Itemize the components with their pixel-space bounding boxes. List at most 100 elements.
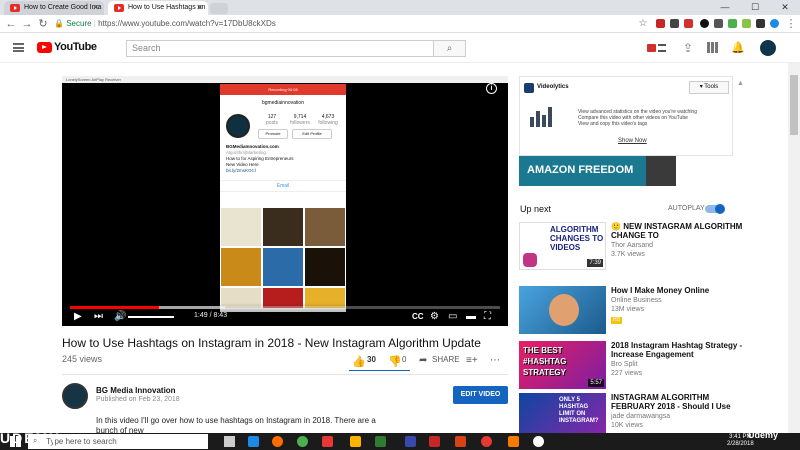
browser-tab-2[interactable]: How to Use Hashtags on ✕: [108, 1, 208, 15]
vidiq-extension-icon[interactable]: [647, 42, 667, 54]
videolytics-logo-icon: [524, 83, 534, 93]
browser-tab-1[interactable]: How to Create Good Ima ✕: [4, 1, 104, 15]
app-icon[interactable]: [533, 436, 544, 447]
channel-avatar[interactable]: [62, 383, 88, 409]
video-thumbnail[interactable]: [519, 286, 606, 334]
dislike-count: 0: [402, 355, 407, 364]
extension-icon[interactable]: [756, 19, 765, 28]
apps-grid-icon[interactable]: [707, 42, 718, 53]
youtube-logo-icon[interactable]: [37, 42, 52, 53]
ad-banner[interactable]: AMAZON FREEDOM: [519, 156, 676, 186]
app-icon[interactable]: [429, 436, 440, 447]
rec-views: 10K views: [611, 422, 643, 429]
share-button[interactable]: SHARE: [432, 355, 460, 364]
extension-icon[interactable]: [770, 19, 779, 28]
channel-name[interactable]: BG Media Innovation: [96, 386, 176, 395]
info-icon[interactable]: i: [486, 83, 497, 94]
edit-video-button[interactable]: EDIT VIDEO: [453, 386, 508, 404]
search-button[interactable]: ⌕: [434, 40, 466, 57]
play-icon[interactable]: ▶: [74, 311, 82, 323]
menu-hamburger-icon[interactable]: [13, 43, 24, 52]
video-thumbnail[interactable]: THE BEST #HASHTAG STRATEGY 5:57: [519, 341, 606, 389]
vivaldi-icon[interactable]: [322, 436, 333, 447]
minimize-icon[interactable]: —: [710, 0, 740, 15]
forward-icon[interactable]: →: [20, 17, 34, 31]
lock-icon: 🔒: [54, 19, 64, 28]
page-scrollbar[interactable]: [788, 63, 800, 433]
show-now-link[interactable]: Show Now: [618, 138, 647, 144]
extension-icon[interactable]: [728, 19, 737, 28]
volume-icon[interactable]: 🔊: [114, 311, 126, 323]
autoplay-toggle[interactable]: [705, 204, 725, 214]
like-icon[interactable]: 👍: [352, 355, 366, 368]
fullscreen-icon[interactable]: ⛶: [484, 311, 491, 323]
extension-icon[interactable]: [656, 19, 665, 28]
account-avatar[interactable]: [760, 40, 776, 56]
volume-slider[interactable]: [128, 316, 174, 318]
bookmark-star-icon[interactable]: ☆: [636, 17, 650, 31]
bar-chart-icon: [530, 107, 552, 127]
firefox-icon[interactable]: [272, 436, 283, 447]
scroll-up-icon[interactable]: ▲: [737, 80, 744, 87]
extension-icon[interactable]: [684, 19, 693, 28]
recommended-video[interactable]: THE BEST #HASHTAG STRATEGY 5:57 2018 Ins…: [519, 341, 749, 389]
notifications-bell-icon[interactable]: 🔔: [731, 41, 745, 54]
bio-link: bit.ly/2msKOCl: [226, 168, 256, 173]
theater-mode-icon[interactable]: ▬: [466, 311, 476, 323]
search-input[interactable]: Search: [126, 40, 434, 57]
maximize-icon[interactable]: ☐: [740, 0, 770, 15]
search-icon: ⌕: [446, 43, 453, 54]
opera-icon[interactable]: [481, 436, 492, 447]
upload-icon[interactable]: ⇪: [683, 41, 693, 55]
close-tab-icon[interactable]: ✕: [92, 1, 99, 15]
browser-tab-strip: How to Create Good Ima ✕ How to Use Hash…: [0, 0, 800, 15]
extension-icon[interactable]: [670, 19, 679, 28]
next-icon[interactable]: ⏭: [94, 311, 103, 323]
progress-bar[interactable]: [70, 306, 500, 309]
extension-icon[interactable]: [742, 19, 751, 28]
app-icon[interactable]: [405, 436, 416, 447]
task-view-icon[interactable]: [224, 436, 235, 447]
dislike-icon[interactable]: 👎: [388, 355, 402, 368]
add-to-playlist-icon[interactable]: ≡+: [466, 355, 478, 366]
explorer-icon[interactable]: [350, 436, 361, 447]
scrollbar-thumb[interactable]: [790, 75, 798, 135]
edge-icon[interactable]: [248, 436, 259, 447]
back-icon[interactable]: ←: [4, 17, 18, 31]
address-bar[interactable]: 🔒 Secure | https://www.youtube.com/watch…: [54, 17, 652, 31]
videolytics-brand: Videolytics: [537, 84, 569, 90]
video-player[interactable]: LonelyScreen AirPlay Receiver Recording …: [62, 76, 508, 326]
close-window-icon[interactable]: ✕: [770, 0, 800, 15]
extension-icon[interactable]: [700, 19, 709, 28]
tab-title: How to Create Good Ima: [24, 4, 102, 11]
post-thumbnail: [221, 248, 261, 286]
reload-icon[interactable]: ↻: [36, 17, 50, 31]
divider: [62, 374, 508, 375]
chrome-menu-icon[interactable]: ⋮: [784, 17, 798, 31]
rec-views: 3.7K views: [611, 251, 645, 258]
app-icon[interactable]: [375, 436, 386, 447]
publish-date: Published on Feb 23, 2018: [96, 396, 180, 403]
miniplayer-icon[interactable]: ▭: [448, 311, 457, 323]
tools-dropdown[interactable]: ▾ Tools: [689, 81, 729, 94]
instagram-username: bgmediainnovation: [262, 100, 304, 106]
screen-capture-title-bar: LonelyScreen AirPlay Receiver: [62, 76, 508, 83]
close-tab-icon[interactable]: ✕: [196, 1, 203, 15]
recommended-video[interactable]: How I Make Money Online Online Business …: [519, 286, 749, 334]
youtube-wordmark[interactable]: YouTube: [54, 41, 97, 53]
new-tab-button[interactable]: [210, 3, 228, 14]
share-icon[interactable]: ➦: [419, 355, 427, 366]
duration-badge: 5:57: [588, 379, 604, 387]
ad-text: AMAZON FREEDOM: [527, 164, 634, 176]
more-actions-icon[interactable]: ⋯: [490, 355, 500, 366]
extension-icon[interactable]: [714, 19, 723, 28]
address-row: ← → ↻ 🔒 Secure | https://www.youtube.com…: [0, 15, 800, 33]
app-icon[interactable]: [508, 436, 519, 447]
recommended-video[interactable]: ALGORITHM CHANGES TO VIDEOS 7:39 🙂 NEW I…: [519, 222, 749, 270]
powerpoint-icon[interactable]: [455, 436, 466, 447]
settings-gear-icon[interactable]: ⚙: [430, 311, 439, 323]
chrome-icon[interactable]: [297, 436, 308, 447]
captions-icon[interactable]: CC: [412, 311, 424, 323]
like-ratio-bar: [349, 370, 410, 371]
video-thumbnail[interactable]: ALGORITHM CHANGES TO VIDEOS 7:39: [519, 222, 606, 270]
